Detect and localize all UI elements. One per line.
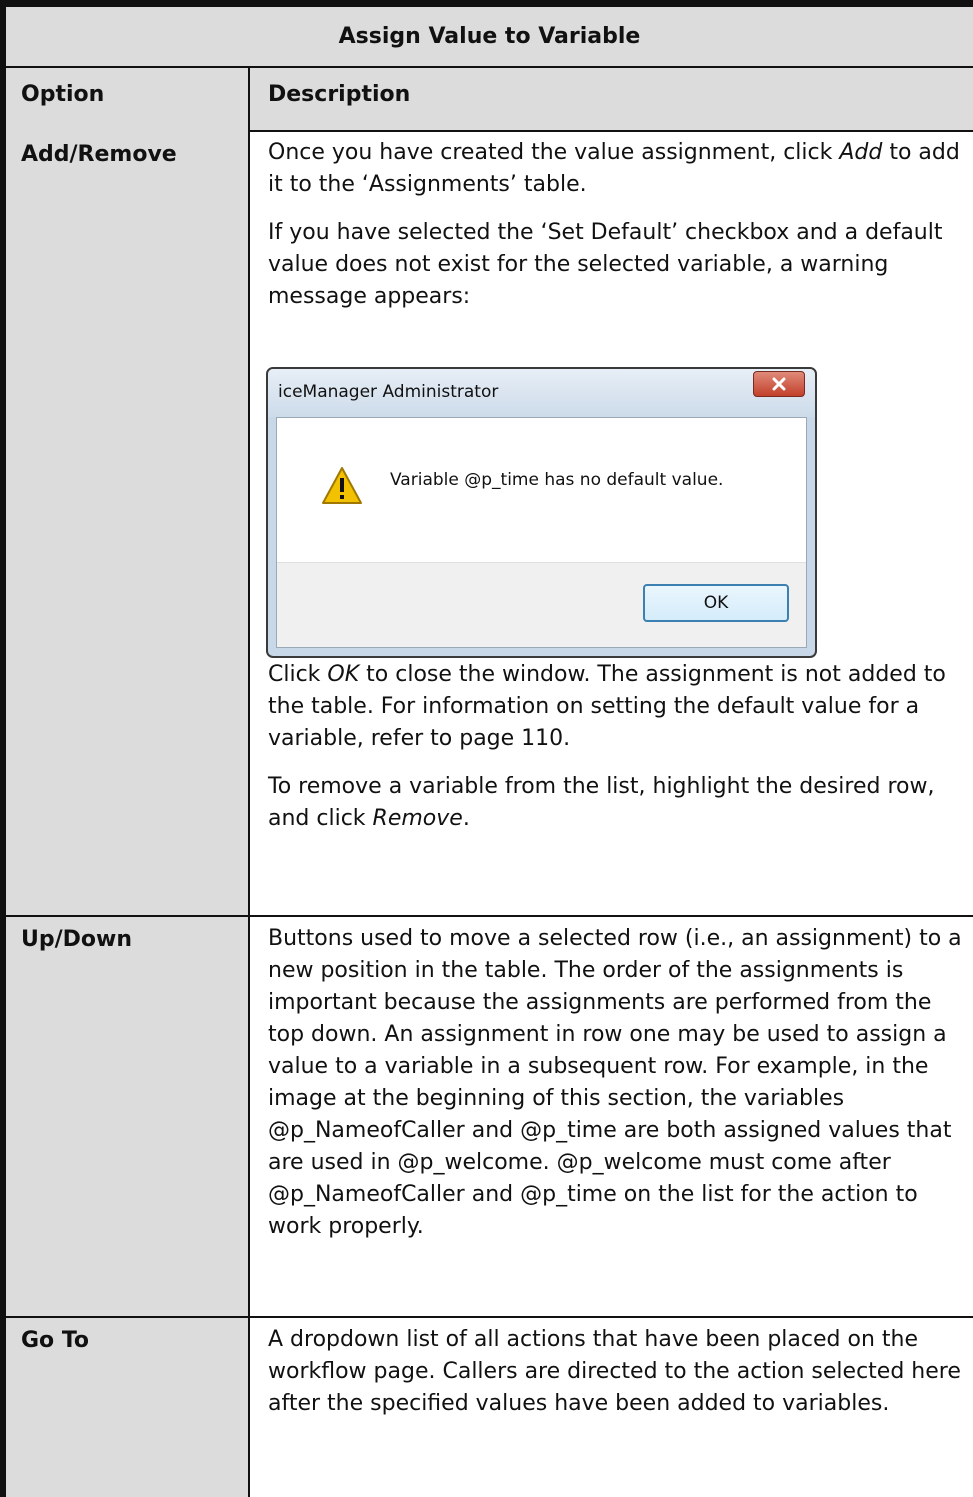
description-paragraph: To remove a variable from the list, high… [268,771,965,835]
description-paragraph: Click OK to close the window. The assign… [268,659,965,755]
description-cell-continued: Click OK to close the window. The assign… [268,659,965,851]
header-option-label: Option [21,82,105,107]
dialog-body: Variable @p_time has no default value. O… [276,417,807,648]
ok-button-label: OK [703,593,729,613]
dialog-title: iceManager Administrator [278,382,499,402]
warning-icon [322,467,362,504]
text-run: Once you have created the value assignme… [268,140,840,165]
header-description-label: Description [268,82,411,107]
table-title-text: Assign Value to Variable [338,24,641,49]
description-cell: Buttons used to move a selected row (i.e… [268,923,965,1259]
table-header-row: Option Description [6,68,973,132]
table-row-go-to: Go To A dropdown list of all actions tha… [6,1318,973,1497]
dialog-footer: OK [277,562,806,647]
header-option-cell: Option [6,68,250,130]
dialog-message: Variable @p_time has no default value. [390,470,724,490]
text-run: To remove a variable from the list, high… [268,774,935,831]
close-button[interactable] [753,371,805,397]
option-label: Add/Remove [21,142,177,167]
description-paragraph: A dropdown list of all actions that have… [268,1327,961,1416]
dialog-titlebar[interactable]: iceManager Administrator [268,369,815,417]
text-run: . [462,806,470,831]
text-run-italic: Remove [372,806,463,831]
description-paragraph: If you have selected the ‘Set Default’ c… [268,220,943,309]
option-cell: Add/Remove [6,130,250,915]
option-label: Go To [21,1328,90,1353]
text-run-italic: Add [839,140,883,165]
option-cell: Up/Down [6,917,250,1316]
text-run-italic: OK [327,662,360,687]
description-paragraph: Buttons used to move a selected row (i.e… [268,926,962,1239]
option-cell: Go To [6,1318,250,1497]
close-icon [772,377,786,391]
description-cell: Once you have created the value assignme… [268,137,965,329]
option-label: Up/Down [21,927,133,952]
text-run: Click [268,662,328,687]
description-paragraph: Once you have created the value assignme… [268,137,965,201]
table-row-up-down: Up/Down Buttons used to move a selected … [6,917,973,1318]
text-run: to close the window. The assignment is n… [268,662,946,751]
option-table: Assign Value to Variable Option Descript… [0,0,973,1497]
table-title: Assign Value to Variable [6,7,973,68]
table-border-top [0,0,973,7]
ok-button[interactable]: OK [643,584,789,622]
description-cell: A dropdown list of all actions that have… [268,1324,965,1436]
warning-dialog: iceManager Administrator Variable @p_tim… [266,367,817,658]
